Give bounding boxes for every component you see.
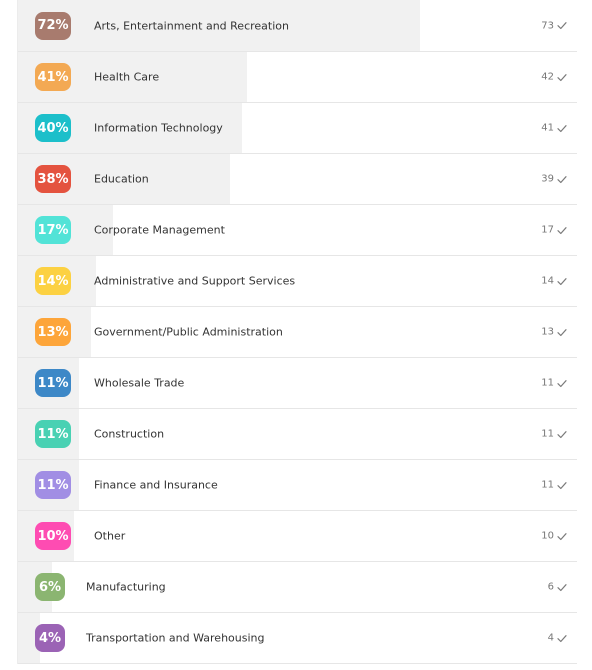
response-label: Transportation and Warehousing [86,631,265,645]
count-group: 10 [541,531,567,542]
checkmark-icon [557,277,567,285]
checkmark-icon [557,379,567,387]
response-count: 11 [541,377,554,389]
checkmark-icon [557,73,567,81]
count-group: 4 [548,633,567,644]
checkmark-icon [557,226,567,234]
count-group: 11 [541,480,567,491]
count-group: 41 [541,123,567,134]
percentage-badge: 40% [35,114,71,142]
response-count: 11 [541,428,554,440]
response-label: Government/Public Administration [94,325,283,339]
response-row[interactable]: 4% Transportation and Warehousing 4 [18,613,577,664]
response-row[interactable]: 72% Arts, Entertainment and Recreation 7… [18,0,577,52]
response-row[interactable]: 40% Information Technology 41 [18,103,577,154]
response-count: 39 [541,173,554,185]
response-label: Administrative and Support Services [94,274,296,288]
response-label: Arts, Entertainment and Recreation [94,19,289,32]
checkmark-icon [557,175,567,183]
count-group: 13 [541,327,567,338]
percentage-badge: 4% [35,624,65,652]
count-group: 17 [541,225,567,236]
response-row[interactable]: 6% Manufacturing 6 [18,562,577,613]
response-row[interactable]: 41% Health Care 42 [18,52,577,103]
response-label: Construction [94,427,165,441]
percentage-badge: 6% [35,573,65,601]
checkmark-icon [557,430,567,438]
checkmark-icon [557,22,567,30]
response-label: Health Care [94,70,160,84]
response-row[interactable]: 13% Government/Public Administration 13 [18,307,577,358]
response-count: 17 [541,224,554,236]
count-group: 73 [541,20,567,31]
count-group: 42 [541,72,567,83]
response-label: Corporate Management [94,223,225,237]
count-group: 14 [541,276,567,287]
response-row[interactable]: 11% Construction 11 [18,409,577,460]
percentage-badge: 11% [35,471,71,499]
response-row[interactable]: 11% Finance and Insurance 11 [18,460,577,511]
response-count: 10 [541,530,554,542]
checkmark-icon [557,481,567,489]
response-count: 42 [541,71,554,83]
percentage-badge: 17% [35,216,71,244]
percentage-badge: 72% [35,11,71,40]
response-count: 41 [541,122,554,134]
percentage-badge: 38% [35,165,71,193]
percentage-badge: 10% [35,522,71,550]
response-label: Manufacturing [86,580,166,594]
response-count: 73 [541,20,554,31]
percentage-badge: 11% [35,420,71,448]
response-row[interactable]: 14% Administrative and Support Services … [18,256,577,307]
response-label: Information Technology [94,121,223,135]
response-label: Finance and Insurance [94,478,218,492]
response-count: 11 [541,479,554,491]
checkmark-icon [557,124,567,132]
response-row[interactable]: 11% Wholesale Trade 11 [18,358,577,409]
response-count: 6 [547,581,554,593]
response-count: 4 [547,632,554,644]
response-count: 13 [541,326,554,338]
response-row[interactable]: 17% Corporate Management 17 [18,205,577,256]
response-row[interactable]: 10% Other 10 [18,511,577,562]
percentage-badge: 41% [35,63,71,91]
checkmark-icon [557,583,567,591]
response-row[interactable]: 38% Education 39 [18,154,577,205]
percentage-badge: 11% [35,369,71,397]
response-label: Education [94,172,149,186]
response-label: Wholesale Trade [94,376,185,390]
response-count: 14 [541,275,554,287]
response-list: 72% Arts, Entertainment and Recreation 7… [17,0,577,664]
checkmark-icon [557,532,567,540]
count-group: 6 [548,582,567,593]
response-label: Other [94,529,126,543]
count-group: 11 [541,378,567,389]
count-group: 39 [541,174,567,185]
checkmark-icon [557,634,567,642]
count-group: 11 [541,429,567,440]
percentage-badge: 14% [35,267,71,295]
percentage-badge: 13% [35,318,71,346]
checkmark-icon [557,328,567,336]
